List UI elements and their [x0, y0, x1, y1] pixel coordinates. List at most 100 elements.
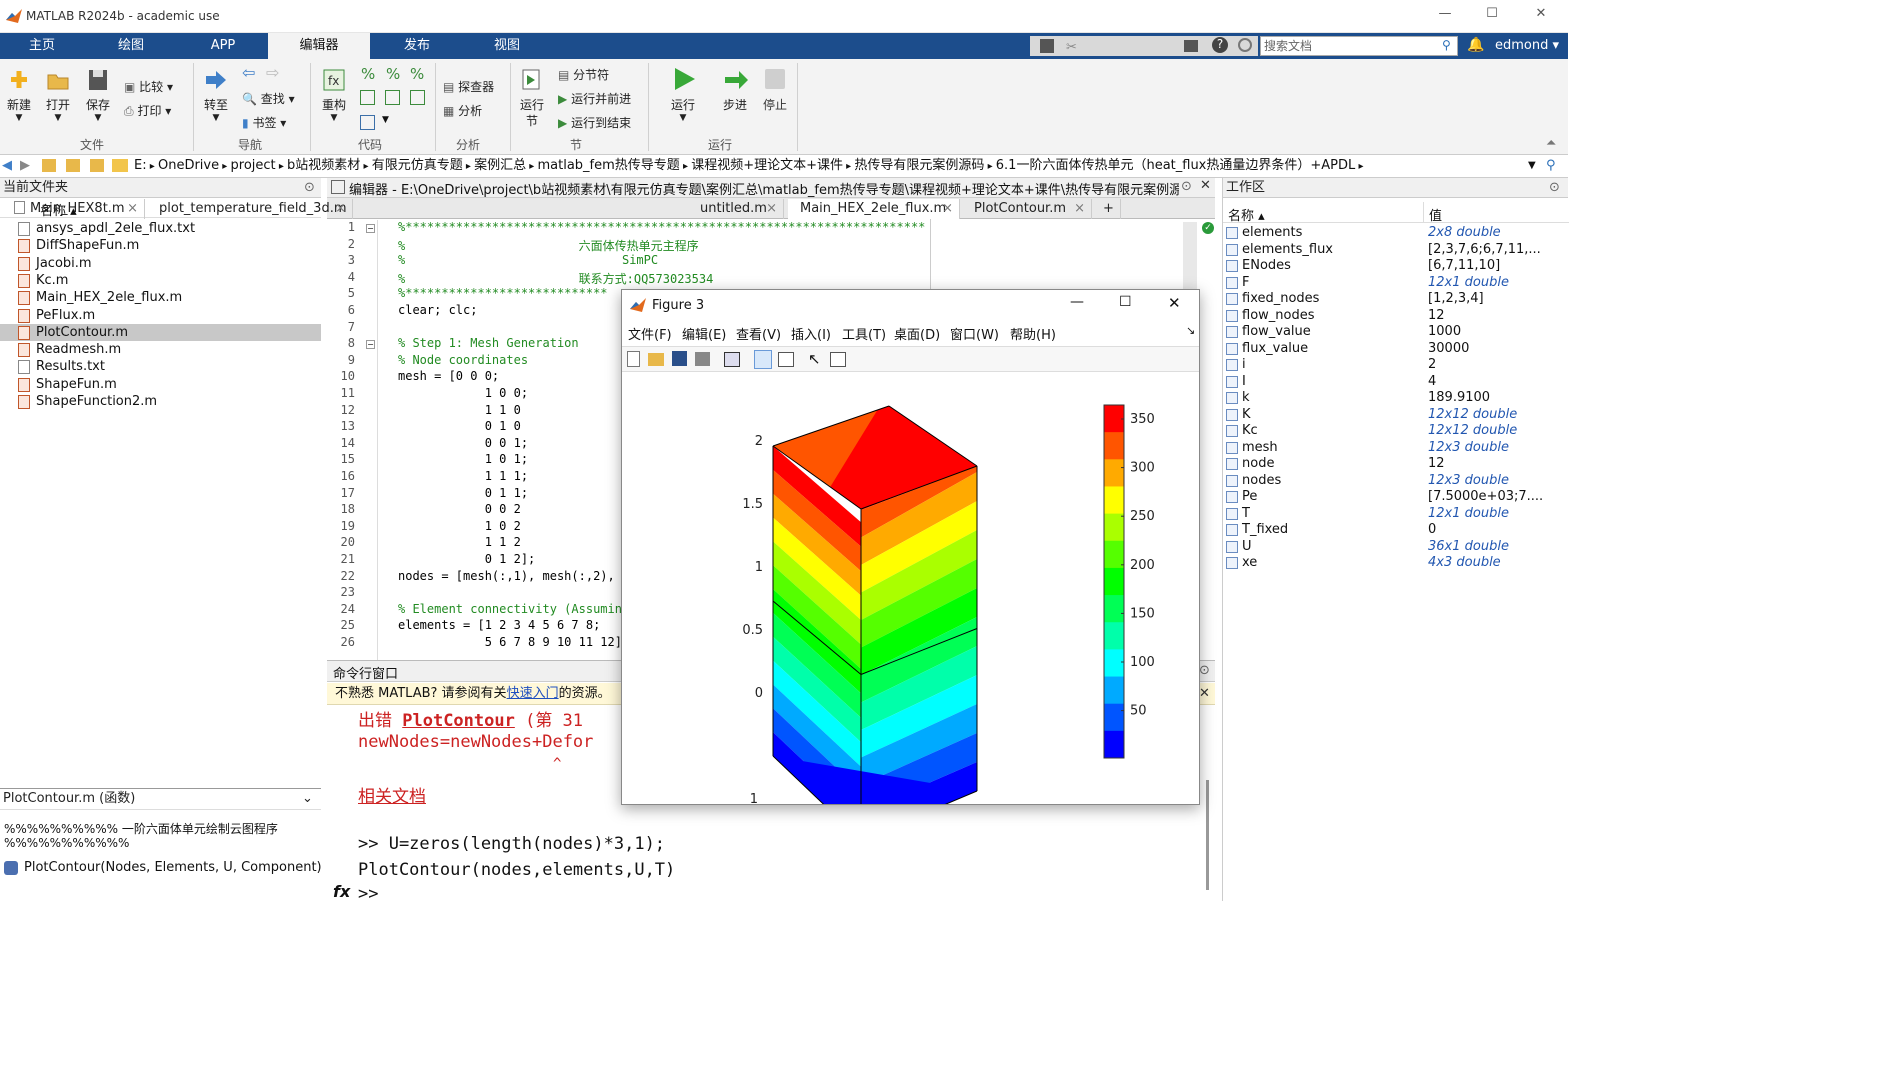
menu-edit[interactable]: 编辑(E): [682, 324, 726, 343]
run-advance-button[interactable]: ▶ 运行并前进: [558, 90, 631, 107]
file-item[interactable]: ShapeFun.m: [0, 376, 321, 393]
explorer-button[interactable]: ▤ 探查器: [443, 78, 494, 95]
editor-tab[interactable]: Main_HEX8t.m ×: [18, 199, 145, 219]
workspace-variable-row[interactable]: i2: [1222, 357, 1568, 374]
save-icon[interactable]: [1040, 39, 1054, 53]
analyze-button[interactable]: ▦ 分析: [443, 102, 482, 119]
panel-menu-icon[interactable]: ⊙: [1181, 179, 1192, 194]
command-scrollbar[interactable]: [1206, 780, 1209, 890]
breadcrumb[interactable]: E: ▸ OneDrive ▸ project ▸ b站视频素材 ▸ 有限元仿真…: [134, 155, 1363, 177]
breadcrumb-item[interactable]: 课程视频+理论文本+课件: [691, 158, 843, 173]
workspace-variable-row[interactable]: k 189.9100: [1222, 390, 1568, 407]
contour-plot[interactable]: 21.510.5010.5000.5135030025020015010050: [622, 373, 1199, 868]
file-item[interactable]: Jacobi.m: [0, 255, 321, 272]
fx-icon[interactable]: fx: [333, 882, 350, 901]
workspace-variable-row[interactable]: elements 2x8 double: [1222, 225, 1568, 242]
property-editor-icon[interactable]: [830, 352, 846, 367]
comment-icon[interactable]: %: [361, 65, 375, 83]
menu-insert[interactable]: 插入(I): [791, 324, 831, 343]
settings-icon[interactable]: [1238, 38, 1252, 52]
tab-home[interactable]: 主页: [0, 33, 84, 59]
search-folder-icon[interactable]: ⚲: [1546, 155, 1556, 177]
error-function-link[interactable]: PlotContour: [402, 711, 515, 731]
new-button[interactable]: 新建 ▼: [4, 67, 34, 123]
file-item[interactable]: Main_HEX_2ele_flux.m: [0, 289, 321, 306]
uncomment-icon[interactable]: %: [386, 65, 400, 83]
shortcut-icon[interactable]: [1184, 40, 1198, 52]
workspace-variable-row[interactable]: Kc 12x12 double: [1222, 423, 1568, 440]
editor-scrollbar[interactable]: [1183, 222, 1197, 292]
open-button[interactable]: 打开 ▼: [42, 67, 74, 123]
workspace-variable-row[interactable]: node 12: [1222, 456, 1568, 473]
breadcrumb-item[interactable]: project: [231, 158, 276, 173]
run-to-end-button[interactable]: ▶ 运行到结束: [558, 114, 631, 131]
compare-button[interactable]: ▣ 比较 ▾: [124, 78, 173, 95]
back-arrow-icon[interactable]: ⇦: [242, 63, 255, 82]
folder-icon[interactable]: [90, 159, 104, 172]
insert-colorbar-icon[interactable]: [754, 350, 772, 369]
goto-button[interactable]: 转至 ▼: [200, 67, 232, 123]
command-prompt[interactable]: >>: [358, 884, 378, 904]
workspace-column-header[interactable]: 名称 ▴ 值: [1223, 202, 1569, 224]
breadcrumb-item[interactable]: 6.1一阶六面体传热单元（heat_flux热通量边界条件）+APDL: [996, 158, 1355, 173]
close-tab-icon[interactable]: ×: [766, 199, 777, 218]
tab-editor[interactable]: 编辑器: [268, 33, 370, 59]
file-item[interactable]: ansys_apdl_2ele_flux.txt: [0, 220, 321, 237]
fold-toggle-icon[interactable]: −: [366, 340, 375, 350]
file-item[interactable]: PeFlux.m: [0, 307, 321, 324]
workspace-variable-row[interactable]: elements_flux [2,3,7,6;6,7,11,...: [1222, 242, 1568, 259]
workspace-variable-row[interactable]: ENodes [6,7,11,10]: [1222, 258, 1568, 275]
panel-menu-icon[interactable]: ⊙: [1199, 663, 1210, 678]
tab-plots[interactable]: 绘图: [84, 33, 178, 59]
tab-publish[interactable]: 发布: [370, 33, 464, 59]
new-figure-icon[interactable]: [627, 351, 640, 367]
tab-apps[interactable]: APP: [178, 33, 268, 59]
refactor-button[interactable]: fx 重构 ▼: [318, 67, 350, 123]
link-plot-icon[interactable]: [724, 352, 740, 367]
search-input[interactable]: 搜索文档: [1260, 36, 1458, 56]
run-button[interactable]: 运行 ▼: [664, 65, 702, 123]
forward-icon[interactable]: ▶: [20, 155, 30, 177]
forward-arrow-icon[interactable]: ⇨: [266, 63, 279, 82]
print-figure-icon[interactable]: [695, 352, 710, 366]
close-tab-icon[interactable]: ×: [1074, 199, 1085, 218]
workspace-variable-row[interactable]: Pe [7.5000e+03;7....: [1222, 489, 1568, 506]
save-figure-icon[interactable]: [672, 351, 687, 366]
workspace-variable-row[interactable]: F 12x1 double: [1222, 275, 1568, 292]
file-item[interactable]: DiffShapeFun.m: [0, 237, 321, 254]
breadcrumb-item[interactable]: b站视频素材: [287, 158, 360, 173]
panel-menu-icon[interactable]: ⊙: [1549, 178, 1560, 197]
figure-close-button[interactable]: ✕: [1168, 294, 1181, 312]
close-notice-icon[interactable]: ✕: [1199, 683, 1210, 704]
minimize-button[interactable]: —: [1430, 6, 1460, 26]
decrease-indent-icon[interactable]: [410, 90, 425, 105]
file-item[interactable]: PlotContour.m: [0, 323, 321, 341]
step-button[interactable]: 步进: [716, 65, 754, 113]
bookmark-button[interactable]: ▮ 书签 ▾: [242, 114, 286, 131]
browse-folder-icon[interactable]: [66, 159, 80, 172]
workspace-variable-row[interactable]: fixed_nodes [1,2,3,4]: [1222, 291, 1568, 308]
section-break-button[interactable]: ▤ 分节符: [558, 66, 609, 83]
panel-menu-icon[interactable]: ⊙: [304, 178, 315, 197]
find-button[interactable]: 🔍 查找 ▾: [242, 90, 295, 107]
open-file-icon[interactable]: [648, 353, 664, 366]
menu-tools[interactable]: 工具(T): [842, 324, 886, 343]
editor-tab[interactable]: PlotContour.m ×: [962, 199, 1092, 219]
address-bar[interactable]: ◀ ▶ E: ▸ OneDrive ▸ project ▸ b站视频素材 ▸ 有…: [0, 155, 1568, 178]
cut-icon[interactable]: ✂: [1066, 40, 1077, 55]
menu-help[interactable]: 帮助(H): [1010, 324, 1056, 343]
code-fold-icon[interactable]: [360, 115, 375, 130]
close-button[interactable]: ✕: [1526, 6, 1556, 26]
workspace-variable-row[interactable]: U 36x1 double: [1222, 539, 1568, 556]
workspace-variable-row[interactable]: flux_value 30000: [1222, 341, 1568, 358]
save-button[interactable]: 保存 ▼: [82, 67, 114, 123]
workspace-variable-row[interactable]: xe 4x3 double: [1222, 555, 1568, 572]
search-icon[interactable]: ⚲: [1442, 38, 1451, 52]
workspace-variable-row[interactable]: T_fixed 0: [1222, 522, 1568, 539]
dock-figure-icon[interactable]: ↘: [1186, 324, 1195, 337]
print-button[interactable]: ⎙ 打印 ▾: [124, 102, 171, 119]
details-header[interactable]: PlotContour.m (函数) ⌄: [0, 789, 321, 810]
notification-bell-icon[interactable]: 🔔: [1467, 37, 1484, 53]
breadcrumb-item[interactable]: OneDrive: [158, 158, 219, 173]
new-tab-button[interactable]: +: [1095, 199, 1121, 219]
